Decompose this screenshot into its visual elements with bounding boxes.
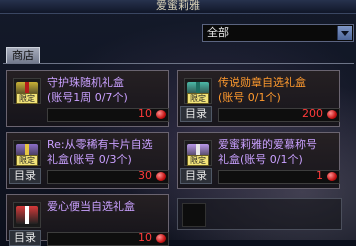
catalog-button[interactable]: 目录 — [180, 106, 212, 122]
teal-gift-box-icon: 限定 — [184, 78, 212, 104]
item-price: 1 — [316, 169, 323, 182]
list-item[interactable]: 限定 Re:从零稀有卡片自选 礼盒(账号 0/3个) 目录 30 — [6, 132, 169, 189]
item-limit: 礼盒(账号 0/1个) — [218, 153, 303, 166]
price-bar: 30 — [47, 170, 169, 184]
limited-badge: 限定 — [187, 155, 209, 166]
item-price: 10 — [138, 107, 152, 120]
category-filter-dropdown[interactable]: 全部 — [202, 24, 354, 42]
list-item[interactable]: 爱心便当自选礼盒 目录 10 — [6, 194, 169, 246]
list-item[interactable]: 限定 爱蜜莉雅的爱慕称号 礼盒(账号 0/1个) 目录 1 — [177, 132, 340, 189]
item-name: 爱心便当自选礼盒 — [47, 200, 135, 213]
limited-badge: 限定 — [16, 155, 38, 166]
coin-icon — [156, 172, 166, 181]
window-titlebar[interactable]: 爱蜜莉雅 — [0, 0, 356, 14]
empty-item-slot — [177, 198, 342, 230]
shop-item-panel: 限定 守护珠随机礼盒 (账号1周 0/7个) 10 限定 传说勋章自选礼盒 (账… — [3, 63, 354, 246]
limited-badge: 限定 — [16, 93, 38, 104]
price-bar: 10 — [47, 108, 169, 122]
item-limit: (账号 0/1个) — [218, 91, 281, 104]
price-bar: 10 — [47, 232, 169, 246]
item-name: 爱蜜莉雅的爱慕称号 — [218, 138, 317, 151]
item-limit: (账号1周 0/7个) — [47, 91, 128, 104]
filter-selected-value: 全部 — [207, 26, 229, 39]
item-price: 30 — [138, 169, 152, 182]
coin-icon — [156, 110, 166, 119]
item-price: 10 — [138, 231, 152, 244]
gift-box-icon: 限定 — [13, 78, 41, 104]
tab-shop[interactable]: 商店 — [6, 47, 40, 64]
coin-icon — [156, 234, 166, 243]
item-price: 200 — [302, 107, 323, 120]
price-bar: 1 — [218, 170, 340, 184]
catalog-button[interactable]: 目录 — [9, 230, 41, 246]
list-item[interactable]: 限定 传说勋章自选礼盒 (账号 0/1个) 目录 200 — [177, 70, 340, 127]
price-bar: 200 — [218, 108, 340, 122]
limited-badge: 限定 — [187, 93, 209, 104]
coin-icon — [327, 172, 337, 181]
list-item[interactable]: 限定 守护珠随机礼盒 (账号1周 0/7个) 10 — [6, 70, 169, 127]
red-gift-box-icon — [13, 202, 41, 228]
item-name: 守护珠随机礼盒 — [47, 76, 124, 89]
catalog-button[interactable]: 目录 — [180, 168, 212, 184]
chevron-down-icon[interactable] — [337, 26, 352, 40]
purple-gift-box-icon: 限定 — [184, 140, 212, 166]
item-name: Re:从零稀有卡片自选 — [47, 138, 153, 151]
window-title: 爱蜜莉雅 — [156, 0, 200, 12]
coin-icon — [327, 110, 337, 119]
card-gift-box-icon: 限定 — [13, 140, 41, 166]
item-name: 传说勋章自选礼盒 — [218, 76, 306, 89]
catalog-button[interactable]: 目录 — [9, 168, 41, 184]
item-limit: 礼盒(账号 0/3个) — [47, 153, 132, 166]
